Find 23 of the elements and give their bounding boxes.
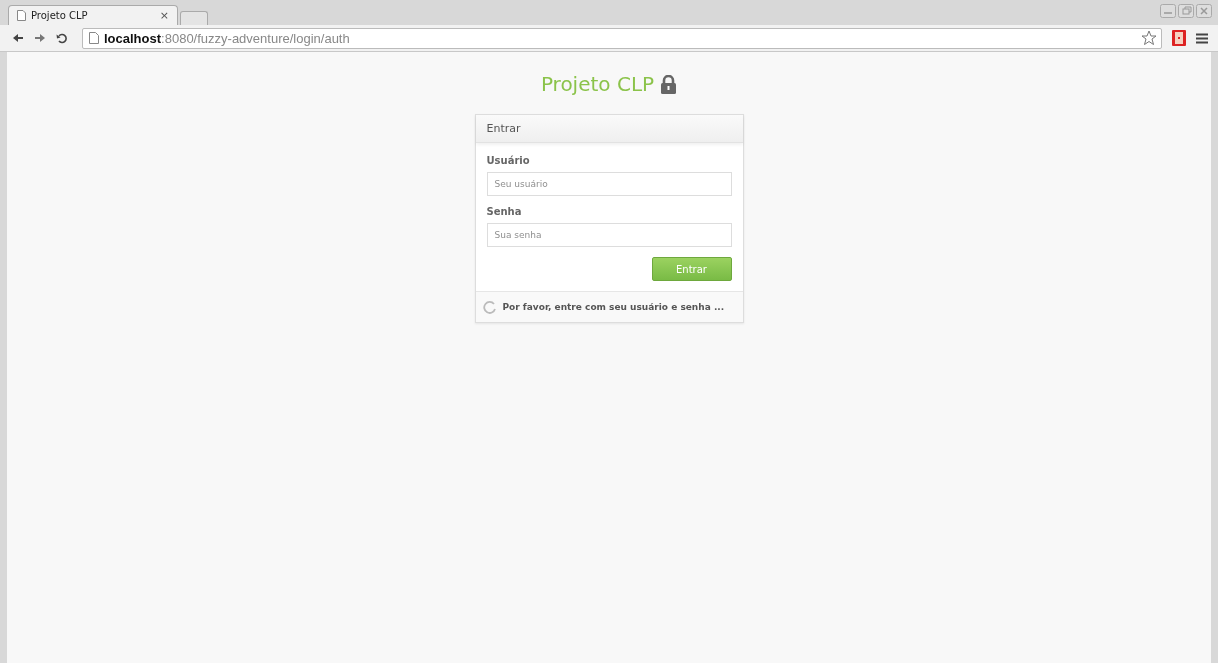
- close-icon[interactable]: [1196, 4, 1212, 18]
- app-title: Projeto CLP: [540, 72, 655, 96]
- menu-icon[interactable]: [1196, 32, 1208, 44]
- tab-title: Projeto CLP: [31, 10, 89, 21]
- page-icon: [89, 32, 99, 44]
- forward-icon[interactable]: [34, 33, 46, 43]
- back-icon[interactable]: [12, 33, 24, 43]
- spinner-icon: [482, 300, 496, 314]
- input-field[interactable]: Sua senha: [486, 223, 732, 247]
- status-message: Por favor, entre com seu usuário e senha ...: [502, 302, 725, 312]
- extension-icon[interactable]: [1172, 30, 1186, 46]
- address-bar[interactable]: localhost:8080/fuzzy-adventure/login/auth: [82, 27, 1162, 49]
- input-field[interactable]: Seu usuário: [486, 172, 732, 196]
- page-icon: [17, 10, 26, 21]
- panel-heading: Entrar: [486, 122, 521, 135]
- field-label: Senha: [486, 206, 523, 217]
- close-tab-button[interactable]: ×: [159, 9, 169, 22]
- url-text: localhost:8080/fuzzy-adventure/login/auth: [104, 30, 350, 46]
- reload-icon[interactable]: [56, 32, 68, 44]
- lock-icon: [660, 74, 678, 94]
- browser-tab[interactable]: Projeto CLP ×: [8, 5, 178, 25]
- star-icon[interactable]: [1141, 30, 1157, 46]
- field-label: Usuário: [486, 155, 531, 166]
